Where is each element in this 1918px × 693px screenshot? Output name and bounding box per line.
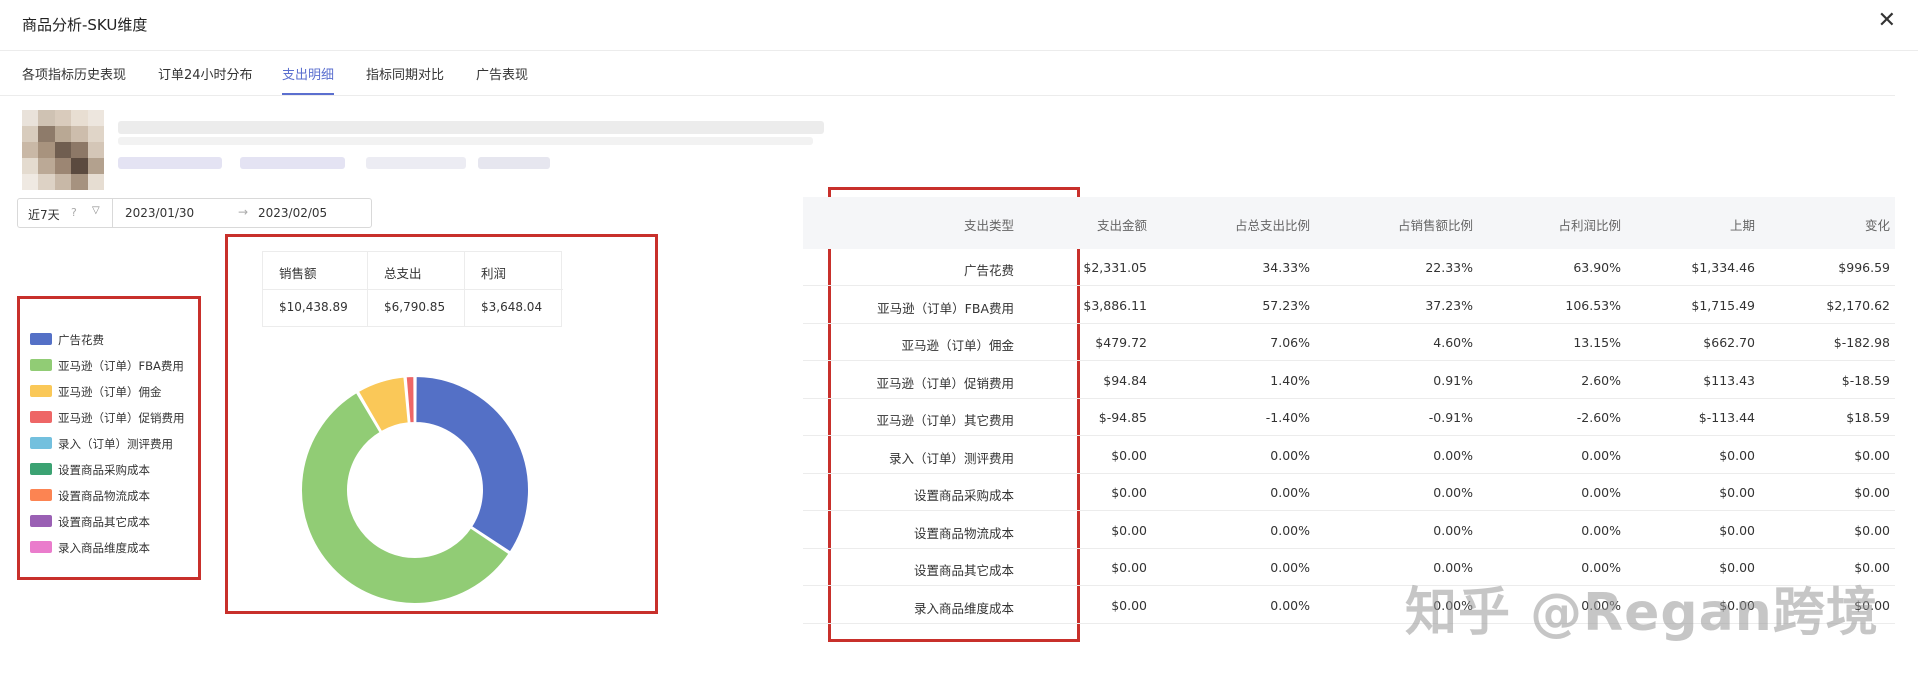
- table-row: 亚马逊（订单）促销费用 $94.84 1.40% 0.91% 2.60% $113.43 $…: [803, 362, 1895, 399]
- dialog-title: 商品分析-SKU维度: [22, 16, 148, 34]
- range-arrow: →: [238, 205, 249, 219]
- tab-expense-detail[interactable]: 支出明细: [282, 64, 334, 83]
- date-range-picker: 近7天 ? ▽ 2023/01/30 → 2023/02/05: [17, 198, 372, 228]
- product-subtitle-blurred: [118, 137, 813, 145]
- summary-table: 销售额 $10,438.89 总支出 $6,790.85 利润 $3,648.0…: [262, 251, 563, 327]
- table-row: 亚马逊（订单）佣金 $479.72 7.06% 4.60% 13.15% $662.70 $…: [803, 324, 1895, 361]
- col-header: 变化: [1864, 218, 1890, 233]
- legend-swatch: [30, 411, 52, 423]
- table-cell: $-182.98: [1833, 335, 1890, 350]
- legend-swatch: [30, 359, 52, 371]
- table-row: 设置商品采购成本 $0.00 0.00% 0.00% 0.00% $0.00 $0.00: [803, 474, 1895, 511]
- legend-swatch: [30, 333, 52, 345]
- legend-swatch: [30, 437, 52, 449]
- legend-swatch: [30, 385, 52, 397]
- tab-history[interactable]: 各项指标历史表现: [22, 64, 126, 83]
- end-date-input[interactable]: 2023/02/05: [258, 206, 327, 220]
- table-cell: $0.00: [1854, 447, 1890, 463]
- legend-swatch: [30, 515, 52, 527]
- table-row: 录入（订单）测评费用 $0.00 0.00% 0.00% 0.00% $0.00 $0.00: [803, 437, 1895, 474]
- product-meta-blurred: [366, 157, 466, 169]
- summary-col-sales: 销售额 $10,438.89: [263, 252, 368, 326]
- product-meta-blurred: [240, 157, 345, 169]
- product-title-blurred: [118, 121, 824, 134]
- table-cell: $0.00: [1854, 485, 1890, 500]
- chevron-down-icon: ▽: [92, 205, 100, 216]
- close-icon[interactable]: ✕: [1878, 10, 1896, 32]
- product-meta-blurred: [478, 157, 550, 169]
- legend-swatch: [30, 541, 52, 553]
- product-thumbnail: [22, 110, 104, 190]
- range-preset-select[interactable]: 近7天 ? ▽: [18, 199, 113, 227]
- table-row: 设置商品物流成本 $0.00 0.00% 0.00% 0.00% $0.00 $0.00: [803, 512, 1895, 549]
- table-row: 亚马逊（订单）其它费用 $-94.85 -1.40% -0.91% -2.60% $-11…: [803, 399, 1895, 436]
- help-circle-icon: ?: [71, 206, 77, 219]
- table-cell: $0.00: [1854, 522, 1890, 538]
- dialog-header: 商品分析-SKU维度 ✕: [0, 0, 1918, 51]
- table-row: 亚马逊（订单）FBA费用 $3,886.11 57.23% 37.23% 106.53%…: [803, 287, 1895, 324]
- table-cell: $2,170.62: [1826, 297, 1890, 313]
- start-date-input[interactable]: 2023/01/30: [125, 206, 194, 220]
- table-cell: $996.59: [1838, 260, 1890, 275]
- tab-bar: 各项指标历史表现 订单24小时分布 支出明细 指标同期对比 广告表现: [0, 52, 1895, 96]
- tab-yoy[interactable]: 指标同期对比: [366, 64, 444, 83]
- active-tab-indicator: [282, 93, 334, 95]
- summary-col-expense: 总支出 $6,790.85: [368, 252, 465, 326]
- legend-swatch: [30, 489, 52, 501]
- table-cell: $18.59: [1846, 410, 1890, 425]
- range-preset-label: 近7天: [28, 208, 60, 222]
- table-cell: $-18.59: [1841, 372, 1890, 388]
- legend-swatch: [30, 463, 52, 475]
- expense-donut-chart: [300, 374, 530, 605]
- summary-col-profit: 利润 $3,648.04: [481, 266, 543, 314]
- donut-slice[interactable]: [414, 374, 530, 554]
- table-header: 支出类型 支出金额 占总支出比例 占销售额比例 占利润比例 上期 变化: [803, 197, 1895, 249]
- table-row: 广告花费 $2,331.05 34.33% 22.33% 63.90% $1,334.46…: [803, 249, 1895, 286]
- product-meta-blurred: [118, 157, 222, 169]
- tab-24h[interactable]: 订单24小时分布: [158, 64, 253, 83]
- watermark: 知乎 @Regan跨境: [1405, 583, 1879, 643]
- tab-ads[interactable]: 广告表现: [476, 64, 528, 83]
